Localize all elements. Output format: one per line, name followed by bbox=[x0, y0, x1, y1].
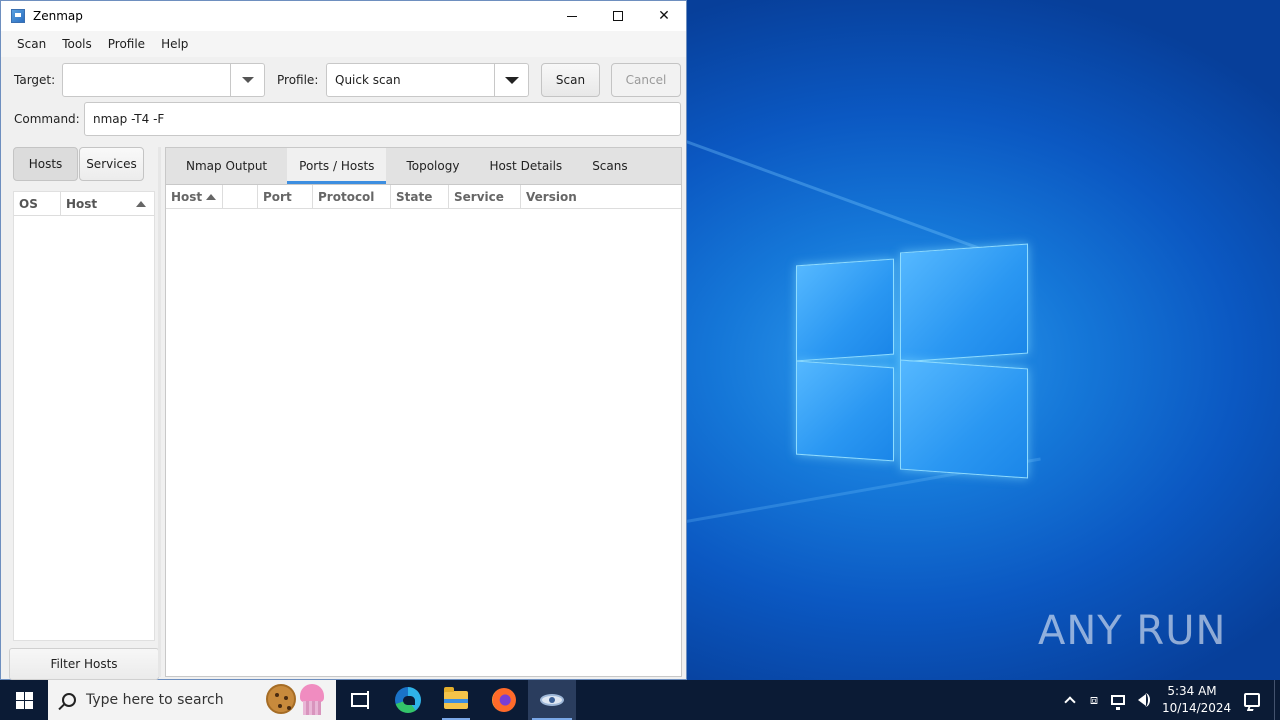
volume-icon bbox=[1138, 693, 1150, 707]
host-list-header: OS Host bbox=[14, 192, 154, 216]
taskbar: Type here to search ⧈ 5:34 AM 10/14/2024 bbox=[0, 680, 1280, 720]
file-explorer-taskbar-button[interactable] bbox=[432, 680, 480, 720]
zenmap-eye-icon bbox=[540, 694, 564, 706]
volume-tray-button[interactable] bbox=[1130, 680, 1154, 720]
tab-nmap-output[interactable]: Nmap Output bbox=[176, 148, 277, 184]
firefox-taskbar-button[interactable] bbox=[480, 680, 528, 720]
pane-splitter[interactable] bbox=[158, 147, 161, 677]
menu-tools[interactable]: Tools bbox=[54, 37, 100, 51]
tab-host-details[interactable]: Host Details bbox=[479, 148, 572, 184]
tab-ports-hosts[interactable]: Ports / Hosts bbox=[287, 148, 387, 184]
cancel-button[interactable]: Cancel bbox=[611, 63, 681, 97]
task-view-icon bbox=[351, 691, 369, 709]
host-list[interactable]: OS Host bbox=[13, 191, 155, 641]
scan-button[interactable]: Scan bbox=[541, 63, 600, 97]
folder-icon bbox=[444, 687, 468, 709]
scan-toolbar: Target: Profile: Quick scan Scan Cancel … bbox=[1, 57, 686, 147]
clock-date: 10/14/2024 bbox=[1162, 701, 1232, 715]
start-button[interactable] bbox=[0, 680, 48, 720]
zenmap-app-icon bbox=[11, 9, 25, 23]
column-host-label: Host bbox=[171, 190, 203, 204]
zenmap-window: Zenmap ✕ Scan Tools Profile Help Target:… bbox=[0, 0, 687, 680]
command-value: nmap -T4 -F bbox=[93, 112, 165, 126]
filter-hosts-button[interactable]: Filter Hosts bbox=[9, 648, 159, 680]
target-dropdown-button[interactable] bbox=[230, 64, 264, 96]
chevron-down-icon bbox=[241, 77, 254, 83]
menu-bar: Scan Tools Profile Help bbox=[1, 31, 686, 57]
zenmap-taskbar-button[interactable] bbox=[528, 680, 576, 720]
notification-center-button[interactable] bbox=[1230, 680, 1274, 720]
menu-profile[interactable]: Profile bbox=[100, 37, 153, 51]
notification-icon bbox=[1244, 693, 1260, 707]
tab-scans[interactable]: Scans bbox=[582, 148, 637, 184]
column-port[interactable]: Port bbox=[258, 185, 313, 208]
search-placeholder: Type here to search bbox=[86, 692, 224, 708]
profile-combobox[interactable]: Quick scan bbox=[326, 63, 529, 97]
title-bar[interactable]: Zenmap ✕ bbox=[1, 1, 686, 31]
column-state[interactable]: State bbox=[391, 185, 449, 208]
target-label: Target: bbox=[14, 73, 56, 87]
host-service-toggle: Hosts Services bbox=[13, 147, 155, 181]
chevron-down-icon bbox=[504, 76, 519, 84]
windows-icon bbox=[15, 691, 33, 709]
column-host[interactable]: Host bbox=[166, 185, 223, 208]
sort-ascending-icon bbox=[206, 194, 217, 200]
cookie-icon bbox=[266, 684, 296, 714]
task-view-button[interactable] bbox=[336, 680, 384, 720]
clock[interactable]: 5:34 AM 10/14/2024 bbox=[1154, 683, 1232, 717]
minimize-icon bbox=[567, 15, 577, 17]
device-tray-button[interactable]: ⧈ bbox=[1082, 680, 1106, 720]
taskbar-search-box[interactable]: Type here to search bbox=[48, 680, 336, 720]
column-host-label: Host bbox=[66, 197, 98, 211]
edge-taskbar-button[interactable] bbox=[384, 680, 432, 720]
system-tray: ⧈ 5:34 AM 10/14/2024 bbox=[1058, 680, 1280, 720]
sort-ascending-icon bbox=[136, 201, 146, 207]
profile-value[interactable]: Quick scan bbox=[335, 73, 401, 87]
search-highlight-image bbox=[266, 684, 326, 716]
menu-help[interactable]: Help bbox=[153, 37, 196, 51]
network-icon bbox=[1111, 695, 1125, 710]
column-service[interactable]: Service bbox=[449, 185, 521, 208]
search-icon bbox=[62, 693, 76, 707]
cupcake-icon bbox=[298, 684, 326, 716]
ports-table-header: Host Port Protocol State Service Version bbox=[166, 185, 681, 209]
command-label: Command: bbox=[14, 112, 80, 126]
column-version[interactable]: Version bbox=[521, 185, 681, 208]
column-host[interactable]: Host bbox=[61, 192, 154, 215]
minimize-button[interactable] bbox=[549, 1, 595, 31]
maximize-button[interactable] bbox=[595, 1, 641, 31]
results-notebook: Nmap Output Ports / Hosts Topology Host … bbox=[165, 147, 682, 677]
firefox-icon bbox=[492, 688, 516, 712]
tab-topology[interactable]: Topology bbox=[396, 148, 469, 184]
column-protocol[interactable]: Protocol bbox=[313, 185, 391, 208]
close-button[interactable]: ✕ bbox=[641, 1, 687, 31]
column-status[interactable] bbox=[223, 185, 258, 208]
clock-time: 5:34 AM bbox=[1167, 684, 1217, 698]
target-combobox[interactable] bbox=[62, 63, 265, 97]
edge-icon bbox=[395, 687, 421, 713]
column-os[interactable]: OS bbox=[14, 192, 61, 215]
close-icon: ✕ bbox=[658, 8, 670, 24]
device-icon: ⧈ bbox=[1089, 692, 1099, 708]
anyrun-watermark: ANY RUN bbox=[1038, 608, 1227, 654]
profile-dropdown-button[interactable] bbox=[494, 64, 528, 96]
chevron-up-icon bbox=[1064, 696, 1076, 708]
hosts-tab[interactable]: Hosts bbox=[13, 147, 78, 181]
results-tabs: Nmap Output Ports / Hosts Topology Host … bbox=[166, 148, 681, 185]
profile-label: Profile: bbox=[277, 73, 319, 87]
menu-scan[interactable]: Scan bbox=[9, 37, 54, 51]
window-title: Zenmap bbox=[33, 9, 83, 23]
network-tray-button[interactable] bbox=[1106, 680, 1130, 720]
command-field[interactable]: nmap -T4 -F bbox=[84, 102, 681, 136]
show-hidden-icons-button[interactable] bbox=[1058, 680, 1082, 720]
windows-logo-wallpaper bbox=[796, 242, 1028, 479]
services-tab[interactable]: Services bbox=[79, 147, 144, 181]
show-desktop-button[interactable] bbox=[1274, 680, 1280, 720]
maximize-icon bbox=[613, 11, 623, 21]
